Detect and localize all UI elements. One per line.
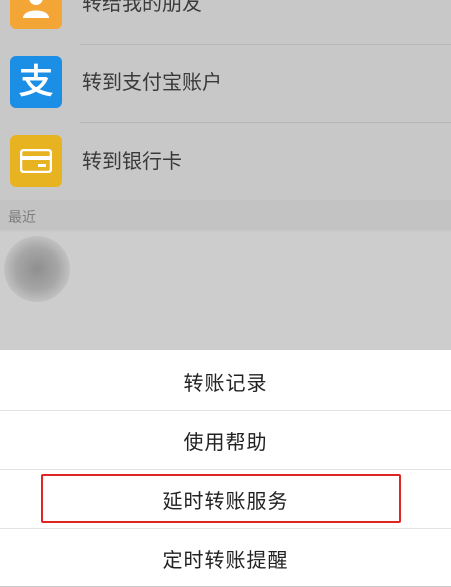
sheet-item-label: 转账记录 [183, 370, 268, 395]
sheet-item-label: 定时转账提醒 [162, 547, 289, 572]
option-transfer-bank-card[interactable]: 转到银行卡 [0, 122, 451, 202]
option-transfer-friend[interactable]: 转给我的朋友 [0, 0, 451, 43]
sheet-item-transfer-records[interactable]: 转账记录 [0, 352, 451, 410]
recent-label: 最近 [8, 210, 36, 226]
sheet-item-label: 使用帮助 [183, 429, 268, 454]
recent-section-header [0, 200, 451, 230]
avatar[interactable] [4, 236, 70, 302]
option-label: 转到支付宝账户 [82, 70, 222, 94]
bank-card-icon [10, 135, 62, 187]
alipay-glyph: 支 [19, 62, 53, 102]
sheet-item-help[interactable]: 使用帮助 [0, 411, 451, 469]
sheet-item-scheduled-reminder[interactable]: 定时转账提醒 [0, 529, 451, 587]
recent-list [0, 232, 451, 350]
person-icon [10, 0, 62, 29]
highlight-box [41, 474, 401, 523]
option-label: 转给我的朋友 [82, 0, 202, 15]
alipay-icon: 支 [10, 56, 62, 108]
option-label: 转到银行卡 [82, 149, 182, 173]
option-transfer-alipay[interactable]: 支 转到支付宝账户 [0, 44, 451, 124]
